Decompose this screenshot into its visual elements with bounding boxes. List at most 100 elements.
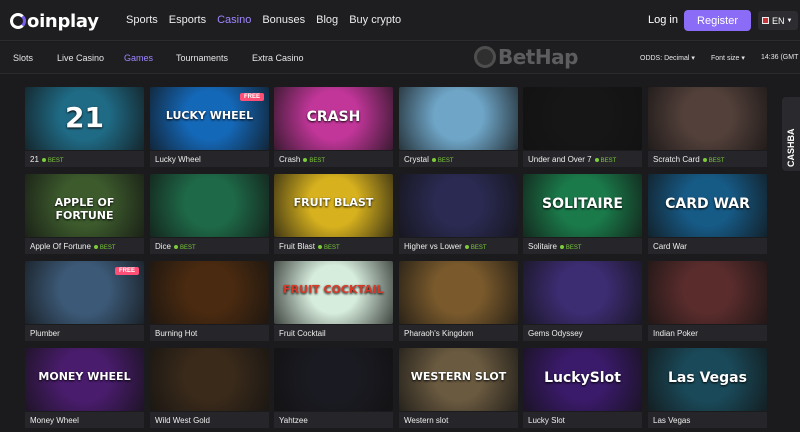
- game-tile[interactable]: Yahtzee: [274, 348, 393, 428]
- game-tile[interactable]: Crystal BEST: [399, 87, 518, 167]
- game-caption[interactable]: Fruit Cocktail: [274, 325, 393, 341]
- nav-esports[interactable]: Esports: [169, 14, 206, 26]
- game-thumbnail[interactable]: [648, 87, 767, 150]
- game-thumbnail[interactable]: SOLITAIRE: [523, 174, 642, 237]
- coinplay-logo[interactable]: oinplay: [10, 10, 99, 32]
- game-caption[interactable]: Yahtzee: [274, 412, 393, 428]
- game-artwork: [523, 261, 642, 324]
- game-thumbnail[interactable]: Las Vegas: [648, 348, 767, 411]
- game-caption[interactable]: Scratch Card BEST: [648, 151, 767, 167]
- game-thumbnail[interactable]: APPLE OF FORTUNE: [25, 174, 144, 237]
- game-caption[interactable]: Gems Odyssey: [523, 325, 642, 341]
- game-caption[interactable]: Solitaire BEST: [523, 238, 642, 254]
- game-caption[interactable]: 21 BEST: [25, 151, 144, 167]
- game-tile[interactable]: Gems Odyssey: [523, 261, 642, 341]
- game-tile[interactable]: FRUIT BLAST Fruit Blast BEST: [274, 174, 393, 254]
- nav-sports[interactable]: Sports: [126, 14, 158, 26]
- nav-blog[interactable]: Blog: [316, 14, 338, 26]
- game-caption[interactable]: Fruit Blast BEST: [274, 238, 393, 254]
- game-caption[interactable]: Higher vs Lower BEST: [399, 238, 518, 254]
- game-caption[interactable]: Lucky Slot: [523, 412, 642, 428]
- game-caption[interactable]: Crystal BEST: [399, 151, 518, 167]
- odds-label: ODDS: Decimal: [640, 55, 690, 62]
- game-thumbnail[interactable]: [150, 174, 269, 237]
- game-tile[interactable]: CRASH Crash BEST: [274, 87, 393, 167]
- best-badge: BEST: [464, 245, 486, 251]
- nav-bonuses[interactable]: Bonuses: [262, 14, 305, 26]
- game-name: Burning Hot: [155, 329, 198, 338]
- subnav-extra-casino[interactable]: Extra Casino: [252, 53, 304, 63]
- game-thumbnail[interactable]: [523, 87, 642, 150]
- game-tile[interactable]: Las Vegas Las Vegas: [648, 348, 767, 428]
- register-button[interactable]: Register: [684, 10, 751, 31]
- game-tile[interactable]: Dice BEST: [150, 174, 269, 254]
- game-thumbnail[interactable]: [399, 87, 518, 150]
- odds-format-select[interactable]: ODDS: Decimal ▾: [640, 54, 695, 62]
- cashback-tab[interactable]: CASHBA: [782, 97, 800, 171]
- game-caption[interactable]: Western slot: [399, 412, 518, 428]
- game-caption[interactable]: Plumber: [25, 325, 144, 341]
- game-caption[interactable]: Dice BEST: [150, 238, 269, 254]
- login-button[interactable]: Log in: [648, 14, 678, 26]
- game-caption[interactable]: Burning Hot: [150, 325, 269, 341]
- game-tile[interactable]: LuckySlot Lucky Slot: [523, 348, 642, 428]
- game-caption[interactable]: Lucky Wheel: [150, 151, 269, 167]
- game-tile[interactable]: FREE Plumber: [25, 261, 144, 341]
- game-caption[interactable]: Apple Of Fortune BEST: [25, 238, 144, 254]
- game-logo-text: FRUIT COCKTAIL: [283, 283, 384, 296]
- game-tile[interactable]: Pharaoh's Kingdom: [399, 261, 518, 341]
- game-tile[interactable]: LUCKY WHEEL FREE Lucky Wheel: [150, 87, 269, 167]
- game-tile[interactable]: APPLE OF FORTUNE Apple Of Fortune BEST: [25, 174, 144, 254]
- game-tile[interactable]: CARD WAR Card War: [648, 174, 767, 254]
- game-thumbnail[interactable]: CARD WAR: [648, 174, 767, 237]
- game-caption[interactable]: Card War: [648, 238, 767, 254]
- game-thumbnail[interactable]: [399, 174, 518, 237]
- game-thumbnail[interactable]: WESTERN SLOT: [399, 348, 518, 411]
- nav-casino[interactable]: Casino: [217, 14, 251, 26]
- game-tile[interactable]: WESTERN SLOT Western slot: [399, 348, 518, 428]
- flame-icon: [303, 158, 308, 163]
- subnav-games[interactable]: Games: [124, 53, 153, 63]
- game-tile[interactable]: Burning Hot: [150, 261, 269, 341]
- game-thumbnail[interactable]: [648, 261, 767, 324]
- game-tile[interactable]: 21 21 BEST: [25, 87, 144, 167]
- game-thumbnail[interactable]: FREE: [25, 261, 144, 324]
- game-tile[interactable]: SOLITAIRE Solitaire BEST: [523, 174, 642, 254]
- game-tile[interactable]: MONEY WHEEL Money Wheel: [25, 348, 144, 428]
- game-caption[interactable]: Crash BEST: [274, 151, 393, 167]
- game-thumbnail[interactable]: CRASH: [274, 87, 393, 150]
- game-thumbnail[interactable]: LuckySlot: [523, 348, 642, 411]
- game-caption[interactable]: Wild West Gold: [150, 412, 269, 428]
- game-caption[interactable]: Indian Poker: [648, 325, 767, 341]
- watermark: BetHap: [474, 45, 578, 69]
- game-caption[interactable]: Under and Over 7 BEST: [523, 151, 642, 167]
- game-thumbnail[interactable]: [150, 348, 269, 411]
- game-tile[interactable]: Wild West Gold: [150, 348, 269, 428]
- game-tile[interactable]: FRUIT COCKTAIL Fruit Cocktail: [274, 261, 393, 341]
- game-thumbnail[interactable]: FRUIT BLAST: [274, 174, 393, 237]
- game-thumbnail[interactable]: [150, 261, 269, 324]
- best-label: BEST: [324, 245, 340, 251]
- nav-buy-crypto[interactable]: Buy crypto: [349, 14, 401, 26]
- game-caption[interactable]: Money Wheel: [25, 412, 144, 428]
- game-tile[interactable]: Higher vs Lower BEST: [399, 174, 518, 254]
- subnav-slots[interactable]: Slots: [13, 53, 33, 63]
- subnav-tournaments[interactable]: Tournaments: [176, 53, 228, 63]
- game-thumbnail[interactable]: [523, 261, 642, 324]
- game-tile[interactable]: Indian Poker: [648, 261, 767, 341]
- game-caption[interactable]: Pharaoh's Kingdom: [399, 325, 518, 341]
- game-logo-text: FRUIT BLAST: [293, 196, 374, 209]
- subnav-live-casino[interactable]: Live Casino: [57, 53, 104, 63]
- game-thumbnail[interactable]: FRUIT COCKTAIL: [274, 261, 393, 324]
- game-thumbnail[interactable]: MONEY WHEEL: [25, 348, 144, 411]
- game-tile[interactable]: Under and Over 7 BEST: [523, 87, 642, 167]
- game-thumbnail[interactable]: [274, 348, 393, 411]
- game-tile[interactable]: Scratch Card BEST: [648, 87, 767, 167]
- language-select[interactable]: EN ▼: [758, 11, 798, 30]
- game-caption[interactable]: Las Vegas: [648, 412, 767, 428]
- game-thumbnail[interactable]: LUCKY WHEEL FREE: [150, 87, 269, 150]
- game-logo-text: MONEY WHEEL: [38, 370, 131, 383]
- game-thumbnail[interactable]: 21: [25, 87, 144, 150]
- game-thumbnail[interactable]: [399, 261, 518, 324]
- font-size-select[interactable]: Font size ▾: [711, 54, 745, 62]
